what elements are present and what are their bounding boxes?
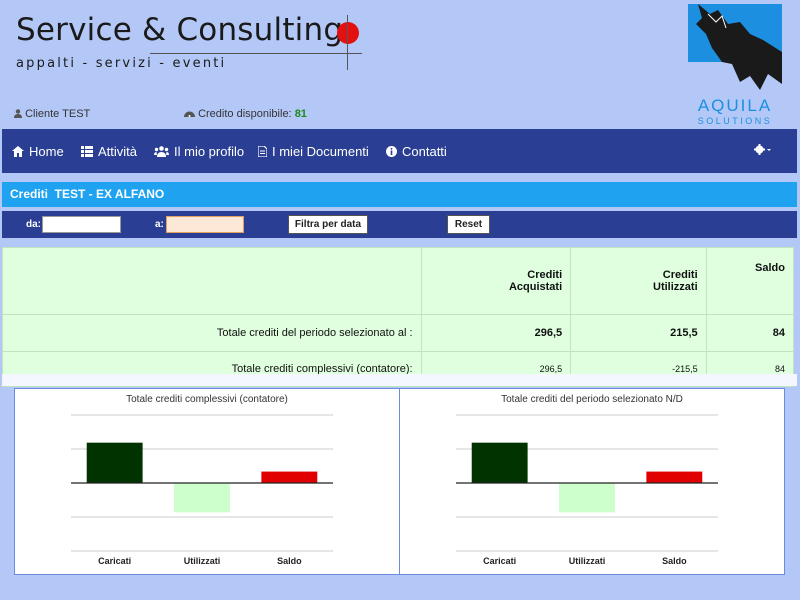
category-label: Utilizzati: [184, 556, 221, 566]
brand-title: Service & Consulting: [16, 12, 344, 48]
user-icon: [14, 109, 22, 118]
nav-profilo[interactable]: Il mio profilo: [154, 144, 244, 159]
cell-utilizzati: 215,5: [570, 314, 707, 352]
row-label: Totale crediti del periodo selezionato a…: [2, 314, 422, 352]
header-acquistati: Crediti Acquistati: [420, 247, 572, 315]
from-date-label: da:: [26, 219, 41, 230]
table-header-empty: [2, 247, 422, 315]
nav-contatti[interactable]: Contatti: [386, 144, 447, 159]
brand-subtitle: appalti - servizi - eventi: [16, 56, 227, 71]
main-navbar: Home Attività Il mio profilo I miei Docu…: [2, 129, 797, 173]
chart-title: Totale crediti del periodo selezionato N…: [501, 394, 683, 405]
page-title-bar: Crediti TEST - EX ALFANO: [2, 182, 797, 207]
table-footer-strip: [2, 374, 797, 386]
chart-period: Caricati Utilizzati Saldo: [456, 414, 718, 566]
bar-utilizzati: [174, 483, 230, 513]
header-utilizzati: Crediti Utilizzati: [570, 247, 707, 315]
chart-panel-period: Totale crediti del periodo selezionato N…: [399, 388, 785, 575]
chart-panel-total: Totale crediti complessivi (contatore) C…: [14, 388, 400, 575]
bar-caricati: [471, 442, 528, 483]
home-icon: [12, 146, 24, 157]
dashboard-icon: [184, 111, 195, 117]
brand-underline: [150, 53, 362, 54]
credit-label: Credito disponibile:: [198, 108, 292, 120]
header-saldo: Saldo: [705, 247, 795, 315]
category-label: Saldo: [662, 556, 687, 566]
chart-title: Totale crediti complessivi (contatore): [126, 394, 288, 405]
users-icon: [154, 146, 169, 157]
date-filter-bar: da: a: Filtra per data Reset: [2, 211, 797, 238]
credit-value: 81: [294, 108, 307, 120]
credits-table: Crediti Acquistati Crediti Utilizzati Sa…: [2, 247, 795, 387]
bar-caricati: [86, 442, 143, 483]
to-date-input[interactable]: [166, 216, 244, 233]
nav-attivita-label: Attività: [98, 144, 138, 159]
nav-attivita[interactable]: Attività: [81, 144, 137, 159]
category-label: Utilizzati: [569, 556, 606, 566]
bar-saldo: [261, 471, 318, 483]
reset-button[interactable]: Reset: [447, 215, 490, 234]
table-row: Totale crediti del periodo selezionato a…: [2, 314, 795, 352]
brand-target-dot: [337, 22, 359, 44]
table-header-row: Crediti Acquistati Crediti Utilizzati Sa…: [2, 247, 795, 315]
bar-utilizzati: [559, 483, 615, 513]
info-icon: [386, 146, 397, 157]
bar-saldo: [646, 471, 703, 483]
cell-acquistati: 296,5: [420, 314, 572, 352]
user-name: Cliente TEST: [25, 108, 91, 120]
logo-text: AQUILA: [697, 96, 773, 115]
document-icon: [258, 146, 267, 157]
logo-subtext: SOLUTIONS: [697, 116, 773, 126]
aquila-logo: [688, 4, 782, 90]
nav-documenti-label: I miei Documenti: [272, 144, 369, 159]
credit-info: Credito disponibile: 81: [184, 108, 307, 120]
nav-home[interactable]: Home: [12, 144, 64, 159]
brand-target-line: [347, 15, 348, 70]
category-label: Caricati: [483, 556, 516, 566]
chart-total: Caricati Utilizzati Saldo: [71, 414, 333, 566]
page-title: Crediti TEST - EX ALFANO: [10, 187, 165, 201]
nav-documenti[interactable]: I miei Documenti: [258, 144, 369, 159]
gear-icon: [754, 144, 771, 155]
category-label: Saldo: [277, 556, 302, 566]
nav-home-label: Home: [29, 144, 64, 159]
category-label: Caricati: [98, 556, 131, 566]
nav-profilo-label: Il mio profilo: [174, 144, 245, 159]
to-date-label: a:: [155, 219, 164, 230]
settings-dropdown[interactable]: [754, 144, 772, 155]
from-date-input[interactable]: [42, 216, 121, 233]
nav-contatti-label: Contatti: [402, 144, 447, 159]
list-icon: [81, 146, 93, 157]
cell-saldo: 84: [705, 314, 795, 352]
filter-button[interactable]: Filtra per data: [288, 215, 368, 234]
user-info: Cliente TEST: [14, 108, 90, 120]
